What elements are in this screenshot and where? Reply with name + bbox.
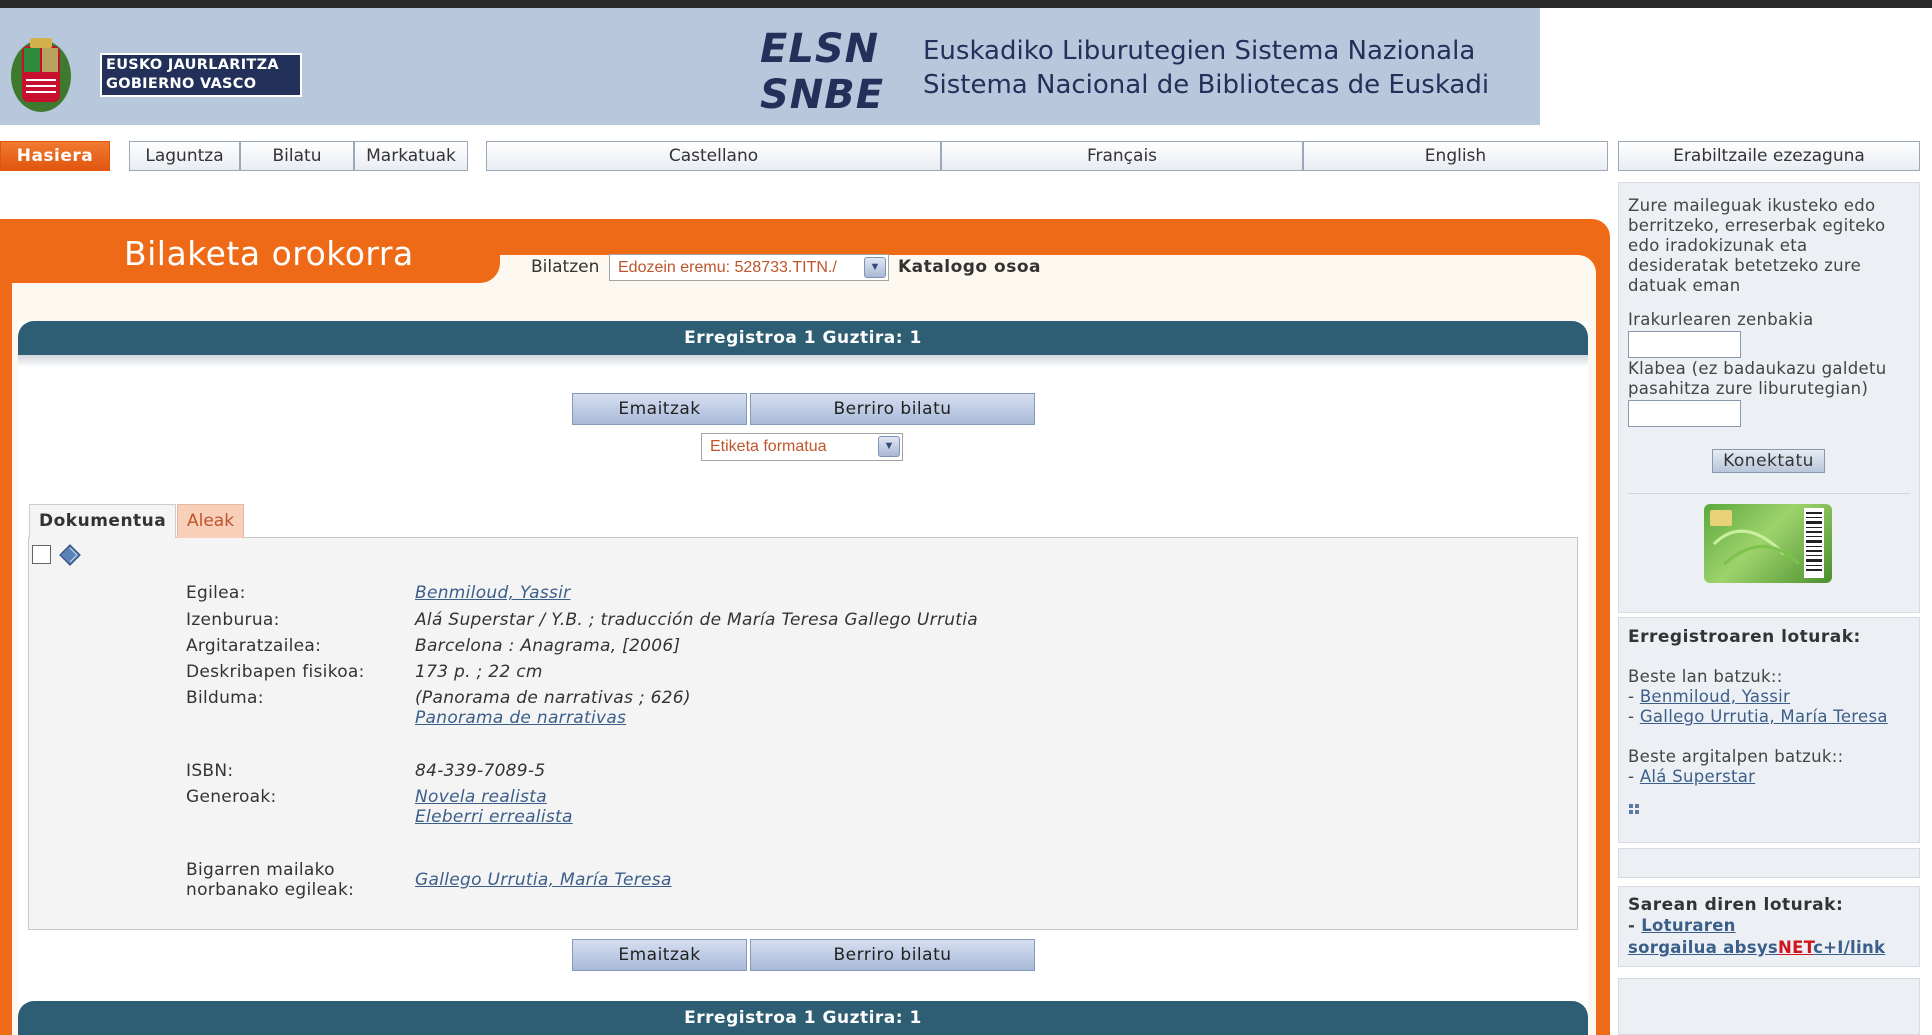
absysnet-brand[interactable]: NET [1778,938,1813,957]
other-editions-item: - Alá Superstar [1628,767,1755,787]
grip-dots-icon [1629,804,1639,814]
secondary-authors-label-1: Bigarren mailako [186,860,335,880]
nav-help[interactable]: Laguntza [129,141,240,171]
sidebar-bottom-panel [1618,978,1920,1035]
list-dash: - [1628,767,1640,786]
list-dash: - [1628,916,1642,935]
record-links-panel [1618,617,1920,843]
link-generator-link-cont[interactable]: sorgailua absys [1628,938,1778,957]
reader-number-label: Irakurlearen zenbakia [1628,310,1814,329]
nav-search[interactable]: Bilatu [240,141,354,171]
login-help-line: berritzeko, erreserbak egiteko [1628,216,1886,235]
nav-lang-francais[interactable]: Français [941,141,1303,171]
other-editions-label: Beste argitalpen batzuk:: [1628,747,1844,766]
other-author-link-2[interactable]: Gallego Urrutia, María Teresa [1640,707,1888,726]
record-links-title: Erregistroaren loturak: [1628,627,1861,647]
government-line-es: GOBIERNO VASCO [106,76,257,92]
publisher-label: Argitaratzailea: [186,636,322,656]
web-link-line-2: sorgailua absysNETc+I/link [1628,938,1885,958]
password-input[interactable] [1628,400,1741,427]
nav-lang-english[interactable]: English [1303,141,1608,171]
search-field-value: Edozein eremu: 528733.TITN./ [618,259,837,276]
search-again-button-bottom[interactable]: Berriro bilatu [750,939,1035,971]
results-button-top[interactable]: Emaitzak [572,393,747,425]
publisher-value: Barcelona : Anagrama, [2006] [415,636,681,656]
record-count-bar-bottom: Erregistroa 1 Guztira: 1 [18,1001,1588,1035]
search-again-button-top[interactable]: Berriro bilatu [750,393,1035,425]
reader-number-input[interactable] [1628,331,1741,358]
tag-icon[interactable] [59,544,81,566]
web-link-line-1: - Loturaren [1628,916,1736,936]
search-scope: Katalogo osoa [898,257,1041,277]
library-card-graphic [1710,508,1824,578]
nav-marked[interactable]: Markatuak [354,141,468,171]
other-works-label: Beste lan batzuk:: [1628,667,1783,686]
banner-title-eu: Euskadiko Liburutegien Sistema Nazionala [923,36,1476,66]
tab-copies[interactable]: Aleak [177,504,245,538]
record-bar-shadow [18,355,1588,367]
tab-document[interactable]: Dokumentua [29,504,177,538]
series-label: Bilduma: [186,688,264,708]
login-help-text: Zure maileguak ikusteko edo berritzeko, … [1628,196,1885,296]
elsn-logo: ELSN SNBE [760,26,890,120]
mark-record-checkbox[interactable] [32,545,51,564]
basque-government-crest-icon [11,38,71,112]
title-label: Izenburua: [186,610,280,630]
sidebar-divider [1628,493,1910,494]
logo-elsn: ELSN [760,26,880,72]
other-works-item: - Benmiloud, Yassir [1628,687,1790,707]
chevron-down-icon[interactable]: ▼ [864,257,886,278]
genre-link-2[interactable]: Eleberri errealista [415,807,573,827]
author-label: Egilea: [186,583,246,603]
search-field-select[interactable]: Edozein eremu: 528733.TITN./ ▼ [609,254,889,281]
chevron-down-icon[interactable]: ▼ [878,436,900,457]
author-link[interactable]: Benmiloud, Yassir [415,583,570,603]
genre-link-1[interactable]: Novela realista [415,787,547,807]
government-line-eu: EUSKO JAURLARITZA [106,57,279,73]
password-label-line: Klabea (ez badaukazu galdetu [1628,359,1887,378]
library-card-icon [1704,504,1832,583]
list-dash: - [1628,687,1640,706]
login-help-line: edo iradokizunak eta [1628,236,1808,255]
other-works-item: - Gallego Urrutia, María Teresa [1628,707,1888,727]
search-label: Bilatzen [531,257,600,277]
other-author-link-1[interactable]: Benmiloud, Yassir [1640,687,1790,706]
window-top-border [0,0,1932,8]
password-label: Klabea (ez badaukazu galdetu pasahitza z… [1628,359,1886,399]
format-value: Etiketa formatua [710,438,827,455]
nav-lang-castellano[interactable]: Castellano [486,141,941,171]
link-generator-link[interactable]: Loturaren [1641,916,1736,935]
secondary-authors-label-2: norbanako egileak: [186,880,355,900]
isbn-value: 84-339-7089-5 [415,761,546,781]
web-links-title: Sarean diren loturak: [1628,895,1844,915]
sidebar-spacer-panel [1618,848,1920,878]
government-label: EUSKO JAURLARITZA GOBIERNO VASCO [100,53,302,97]
genres-label: Generoak: [186,787,277,807]
physical-description-value: 173 p. ; 22 cm [415,662,543,682]
nav-home[interactable]: Hasiera [0,141,110,171]
results-button-bottom[interactable]: Emaitzak [572,939,747,971]
login-help-line: Zure maileguak ikusteko edo [1628,196,1876,215]
series-link[interactable]: Panorama de narrativas [415,708,626,728]
physical-description-label: Deskribapen fisikoa: [186,662,365,682]
title-value: Alá Superstar / Y.B. ; traducción de Mar… [415,610,979,630]
link-generator-link-end[interactable]: c+I/link [1813,938,1885,957]
password-label-line: pasahitza zure liburutegian) [1628,379,1869,398]
login-help-line: datuak eman [1628,276,1741,295]
logo-snbe: SNBE [760,72,885,118]
login-help-line: desideratak betetzeko zure [1628,256,1862,275]
header-banner: EUSKO JAURLARITZA GOBIERNO VASCO ELSN SN… [0,8,1540,125]
banner-title-es: Sistema Nacional de Bibliotecas de Euska… [923,70,1490,100]
connect-button[interactable]: Konektatu [1712,449,1825,473]
page-title: Bilaketa orokorra [124,234,414,273]
isbn-label: ISBN: [186,761,234,781]
format-select[interactable]: Etiketa formatua ▼ [701,433,903,461]
series-value: (Panorama de narrativas ; 626) [415,688,691,708]
secondary-author-link[interactable]: Gallego Urrutia, María Teresa [415,870,672,890]
other-edition-link[interactable]: Alá Superstar [1640,767,1755,786]
record-count-bar-top: Erregistroa 1 Guztira: 1 [18,321,1588,355]
nav-user[interactable]: Erabiltzaile ezezaguna [1618,141,1920,171]
list-dash: - [1628,707,1640,726]
